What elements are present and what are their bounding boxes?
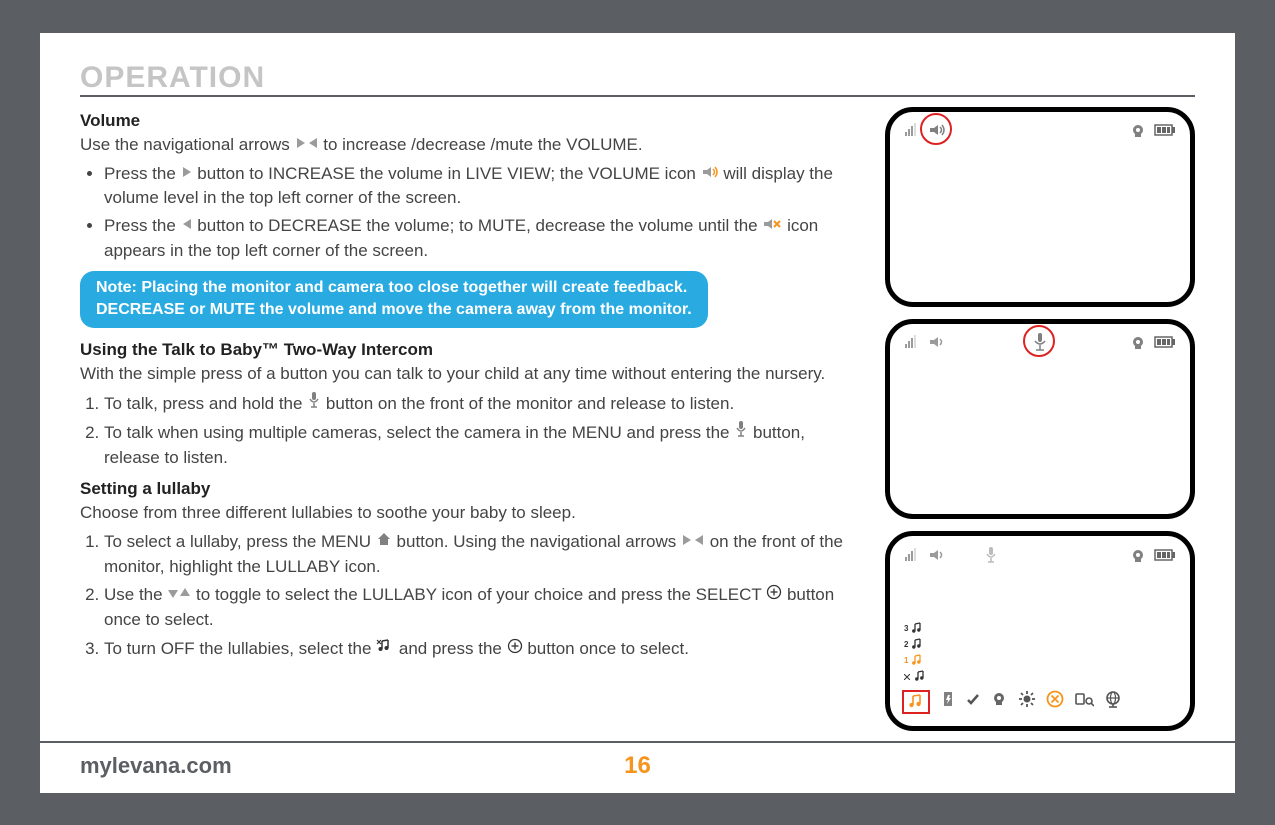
screen-intercom (885, 319, 1195, 519)
text: Use the navigational arrows (80, 135, 295, 154)
menu-bar (902, 690, 1178, 714)
menu-power-icon (940, 690, 956, 713)
menu-brightness-icon (1018, 690, 1036, 713)
page-number: 16 (624, 752, 651, 780)
step-item: To talk, press and hold the button on th… (104, 391, 863, 417)
text: button to DECREASE the volume; to MUTE, … (197, 216, 762, 235)
highlight-circle-icon (920, 113, 952, 145)
text: To select a lullaby, press the MENU (104, 532, 376, 551)
left-right-arrows-icon (681, 533, 705, 547)
menu-cancel-icon (1046, 690, 1064, 713)
text: button on the front of the monitor and r… (326, 394, 734, 413)
text: Use the (104, 585, 167, 604)
section-title: OPERATION (80, 61, 1195, 97)
screens-column: 3 2 1 (885, 103, 1195, 731)
volume-icon (928, 334, 946, 353)
select-plus-icon (507, 638, 523, 654)
microphone-icon (984, 546, 998, 567)
manual-page: OPERATION Volume Use the navigational ar… (40, 33, 1235, 793)
volume-mute-icon (762, 217, 782, 231)
volume-intro: Use the navigational arrows to increase … (80, 133, 863, 158)
screen-lullaby: 3 2 1 (885, 531, 1195, 731)
lullaby-option-3: 3 (904, 622, 927, 636)
step-item: Use the to toggle to select the LULLABY … (104, 583, 863, 632)
note-line: DECREASE or MUTE the volume and move the… (96, 299, 692, 321)
microphone-icon (307, 391, 321, 409)
text: To talk when using multiple cameras, sel… (104, 423, 734, 442)
home-icon (376, 531, 392, 547)
intercom-heading: Using the Talk to Baby™ Two-Way Intercom (80, 338, 863, 363)
right-arrow-icon (181, 165, 193, 179)
camera-icon (1130, 548, 1146, 565)
two-column-layout: Volume Use the navigational arrows to in… (80, 103, 1195, 731)
page-footer: mylevana.com 16 (40, 741, 1235, 793)
signal-icon (904, 548, 920, 565)
text: To turn OFF the lullabies, select the (104, 639, 376, 658)
volume-icon (928, 547, 946, 566)
highlight-circle-icon (1023, 325, 1055, 357)
step-item: To select a lullaby, press the MENU butt… (104, 530, 863, 579)
lullaby-option-1-selected: 1 (904, 654, 927, 668)
text: To talk, press and hold the (104, 394, 307, 413)
note-callout: Note: Placing the monitor and camera too… (80, 271, 708, 327)
music-off-icon (376, 638, 394, 654)
text: button once to select. (527, 639, 689, 658)
left-right-arrows-icon (295, 136, 319, 150)
menu-camera-icon (990, 691, 1008, 712)
text-column: Volume Use the navigational arrows to in… (80, 103, 869, 731)
lullaby-intro: Choose from three different lullabies to… (80, 501, 863, 526)
step-item: To talk when using multiple cameras, sel… (104, 420, 863, 470)
volume-heading: Volume (80, 109, 863, 134)
bullet-item: Press the button to DECREASE the volume;… (104, 214, 863, 263)
lullaby-steps: To select a lullaby, press the MENU butt… (80, 530, 863, 661)
camera-icon (1130, 123, 1146, 140)
text: to increase /decrease /mute the VOLUME. (323, 135, 642, 154)
menu-lullaby-selected (902, 690, 930, 714)
menu-globe-icon (1104, 690, 1122, 713)
lullaby-heading: Setting a lullaby (80, 477, 863, 502)
battery-icon (1154, 123, 1176, 139)
lullaby-option-2: 2 (904, 638, 927, 652)
select-plus-icon (766, 584, 782, 600)
intercom-steps: To talk, press and hold the button on th… (80, 391, 863, 471)
status-bar (904, 122, 1176, 141)
volume-icon (701, 165, 719, 179)
text: Press the (104, 164, 181, 183)
up-down-arrows-icon (167, 586, 191, 600)
text: Press the (104, 216, 181, 235)
volume-bullets: Press the button to INCREASE the volume … (80, 162, 863, 264)
camera-icon (1130, 335, 1146, 352)
intercom-intro: With the simple press of a button you ca… (80, 362, 863, 387)
signal-icon (904, 123, 920, 140)
step-item: To turn OFF the lullabies, select the an… (104, 637, 863, 662)
text: button to INCREASE the volume in LIVE VI… (197, 164, 700, 183)
left-arrow-icon (181, 217, 193, 231)
lullaby-option-off (904, 670, 927, 684)
signal-icon (904, 335, 920, 352)
microphone-icon-highlighted (1032, 332, 1048, 357)
bullet-item: Press the button to INCREASE the volume … (104, 162, 863, 211)
status-bar (904, 546, 1176, 567)
text: to toggle to select the LULLABY icon of … (196, 585, 766, 604)
lullaby-options: 3 2 1 (904, 622, 927, 684)
menu-check-icon (966, 692, 980, 711)
footer-url: mylevana.com (80, 753, 232, 779)
menu-zoom-icon (1074, 691, 1094, 712)
battery-icon (1154, 548, 1176, 564)
screen-volume (885, 107, 1195, 307)
note-line: Note: Placing the monitor and camera too… (96, 277, 692, 299)
text: and press the (399, 639, 507, 658)
microphone-icon (734, 420, 748, 438)
text: button. Using the navigational arrows (397, 532, 681, 551)
battery-icon (1154, 335, 1176, 351)
volume-icon-highlighted (928, 122, 946, 141)
